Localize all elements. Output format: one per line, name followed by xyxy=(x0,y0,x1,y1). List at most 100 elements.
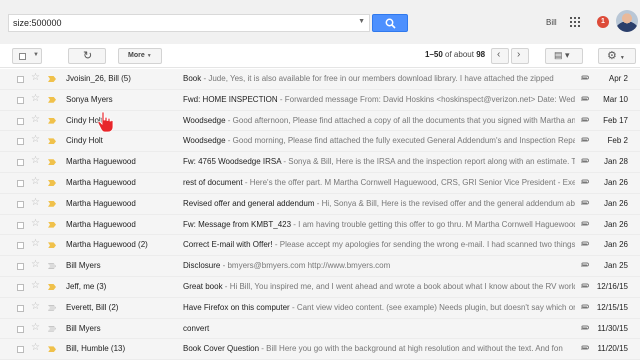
email-subject: Woodsedge xyxy=(183,136,226,146)
star-icon[interactable]: ☆ xyxy=(31,156,40,166)
search-box[interactable]: ▼ xyxy=(8,14,370,32)
email-row[interactable]: ☆ Cindy Holt Woodsedge - Good morning, Ple… xyxy=(0,131,640,153)
email-date: Jan 25 xyxy=(603,261,628,271)
email-sender: Martha Haguewood (2) xyxy=(66,240,148,250)
paperclip-icon xyxy=(581,179,589,184)
paperclip-icon xyxy=(581,262,589,267)
star-icon[interactable]: ☆ xyxy=(31,280,40,291)
email-row[interactable]: ☆ Cindy Holt Woodsedge - Good afternoon, P… xyxy=(0,110,640,132)
star-icon[interactable]: ☆ xyxy=(31,114,40,125)
star-icon[interactable]: ☆ xyxy=(31,135,40,145)
email-row[interactable]: ☆ Jeff, me (3) Great book - Hi Bill, You i… xyxy=(0,276,640,298)
paperclip-icon xyxy=(581,75,589,80)
prev-page-button[interactable]: ‹ xyxy=(491,48,509,64)
email-date: Mar 10 xyxy=(603,94,628,104)
apps-grid-icon[interactable] xyxy=(570,17,580,27)
paperclip-icon xyxy=(581,241,589,246)
star-icon[interactable]: ☆ xyxy=(31,176,40,187)
importance-marker-icon[interactable] xyxy=(48,283,56,290)
importance-marker-icon[interactable] xyxy=(48,242,56,249)
row-checkbox[interactable] xyxy=(17,221,24,229)
star-icon[interactable]: ☆ xyxy=(31,93,40,104)
email-row[interactable]: ☆ Martha Haguewood Fw: 4765 Woodsedge IRSA… xyxy=(0,152,640,173)
row-checkbox[interactable] xyxy=(17,159,24,167)
top-bar: ▼ Bill 1 xyxy=(0,0,640,44)
hand-cursor-icon xyxy=(97,111,114,133)
star-icon[interactable]: ☆ xyxy=(31,73,40,83)
email-row[interactable]: ☆ Martha Haguewood (2) Correct E-mail with… xyxy=(0,235,640,257)
row-checkbox[interactable] xyxy=(17,346,24,354)
notification-badge[interactable]: 1 xyxy=(597,16,609,28)
search-button[interactable] xyxy=(372,14,408,32)
email-row[interactable]: ☆ Martha Haguewood Fw: Message from KMBT_4… xyxy=(0,214,640,236)
email-row[interactable]: ☆ Martha Haguewood Revised offer and gener… xyxy=(0,193,640,215)
row-checkbox[interactable] xyxy=(17,304,24,312)
row-checkbox[interactable] xyxy=(17,200,24,208)
email-subject: convert xyxy=(183,323,210,333)
search-icon xyxy=(385,18,396,29)
row-checkbox[interactable] xyxy=(17,138,24,146)
settings-button[interactable]: ⚙ ▼ xyxy=(598,48,636,64)
importance-marker-icon[interactable] xyxy=(48,346,56,353)
importance-marker-icon[interactable] xyxy=(48,96,56,103)
star-icon[interactable]: ☆ xyxy=(31,301,40,312)
avatar[interactable] xyxy=(616,10,638,32)
email-row[interactable]: ☆ Martha Haguewood rest of document - Here… xyxy=(0,172,640,194)
row-checkbox[interactable] xyxy=(17,179,24,187)
importance-marker-icon[interactable] xyxy=(48,200,56,207)
email-row[interactable]: ☆ Jvoisin_26, Bill (5) Book - Jude, Yes, i… xyxy=(0,69,640,90)
email-sender: Martha Haguewood xyxy=(66,219,136,229)
email-sender: Cindy Holt xyxy=(66,115,103,125)
select-all-button[interactable]: ▼ xyxy=(12,48,42,64)
email-snippet: - Here's the offer part. M Martha Cornwe… xyxy=(242,177,575,187)
importance-marker-icon[interactable] xyxy=(48,117,56,124)
star-icon[interactable]: ☆ xyxy=(31,218,40,229)
star-icon[interactable]: ☆ xyxy=(31,239,40,249)
more-button[interactable]: More ▼ xyxy=(118,48,162,64)
star-icon[interactable]: ☆ xyxy=(31,343,40,353)
email-row[interactable]: ☆ Bill Myers convert 11/30/15 xyxy=(0,318,640,340)
chevron-right-icon: › xyxy=(517,49,521,60)
star-icon[interactable]: ☆ xyxy=(31,260,40,270)
more-label: More xyxy=(128,52,145,59)
email-sender: Bill, Humble (13) xyxy=(66,344,126,354)
user-name-link[interactable]: Bill xyxy=(546,18,557,27)
importance-marker-icon[interactable] xyxy=(48,263,56,270)
paperclip-icon xyxy=(581,117,589,122)
chevron-down-icon[interactable]: ▼ xyxy=(33,52,39,58)
email-subject: Fwd: HOME INSPECTION xyxy=(183,94,278,104)
select-checkbox-icon[interactable] xyxy=(19,53,26,60)
row-checkbox[interactable] xyxy=(17,76,24,83)
email-sender: Bill Myers xyxy=(66,261,101,271)
row-checkbox[interactable] xyxy=(17,325,24,333)
next-page-button[interactable]: › xyxy=(511,48,529,64)
email-preview: Woodsedge - Good afternoon, Please find … xyxy=(183,116,575,125)
paperclip-icon xyxy=(581,283,589,288)
importance-marker-icon[interactable] xyxy=(48,159,56,166)
paperclip-icon xyxy=(581,96,589,101)
refresh-icon: ↻ xyxy=(83,50,93,62)
chevron-down-icon: ▼ xyxy=(146,53,152,59)
search-input[interactable] xyxy=(9,15,339,31)
email-row[interactable]: ☆ Sonya Myers Fwd: HOME INSPECTION - Forwa… xyxy=(0,89,640,111)
row-checkbox[interactable] xyxy=(17,117,24,125)
importance-marker-icon[interactable] xyxy=(48,221,56,228)
row-checkbox[interactable] xyxy=(17,283,24,291)
importance-marker-icon[interactable] xyxy=(48,304,56,311)
email-row[interactable]: ☆ Bill Myers Disclosure - bmyers@bmyers.co… xyxy=(0,256,640,277)
search-options-caret-icon[interactable]: ▼ xyxy=(358,18,365,25)
refresh-button[interactable]: ↻ xyxy=(68,48,106,64)
row-checkbox[interactable] xyxy=(17,96,24,104)
row-checkbox[interactable] xyxy=(17,242,24,250)
star-icon[interactable]: ☆ xyxy=(31,197,40,208)
importance-marker-icon[interactable] xyxy=(48,325,56,332)
email-row[interactable]: ☆ Everett, Bill (2) Have Firefox on this c… xyxy=(0,297,640,319)
email-preview: Fw: Message from KMBT_423 - I am having … xyxy=(183,220,575,229)
row-checkbox[interactable] xyxy=(17,263,24,271)
importance-marker-icon[interactable] xyxy=(48,76,56,82)
view-options-button[interactable]: ▤ ▾ xyxy=(545,48,583,64)
email-row[interactable]: ☆ Bill, Humble (13) Book Cover Question - … xyxy=(0,339,640,360)
importance-marker-icon[interactable] xyxy=(48,138,56,145)
star-icon[interactable]: ☆ xyxy=(31,322,40,333)
importance-marker-icon[interactable] xyxy=(48,179,56,186)
